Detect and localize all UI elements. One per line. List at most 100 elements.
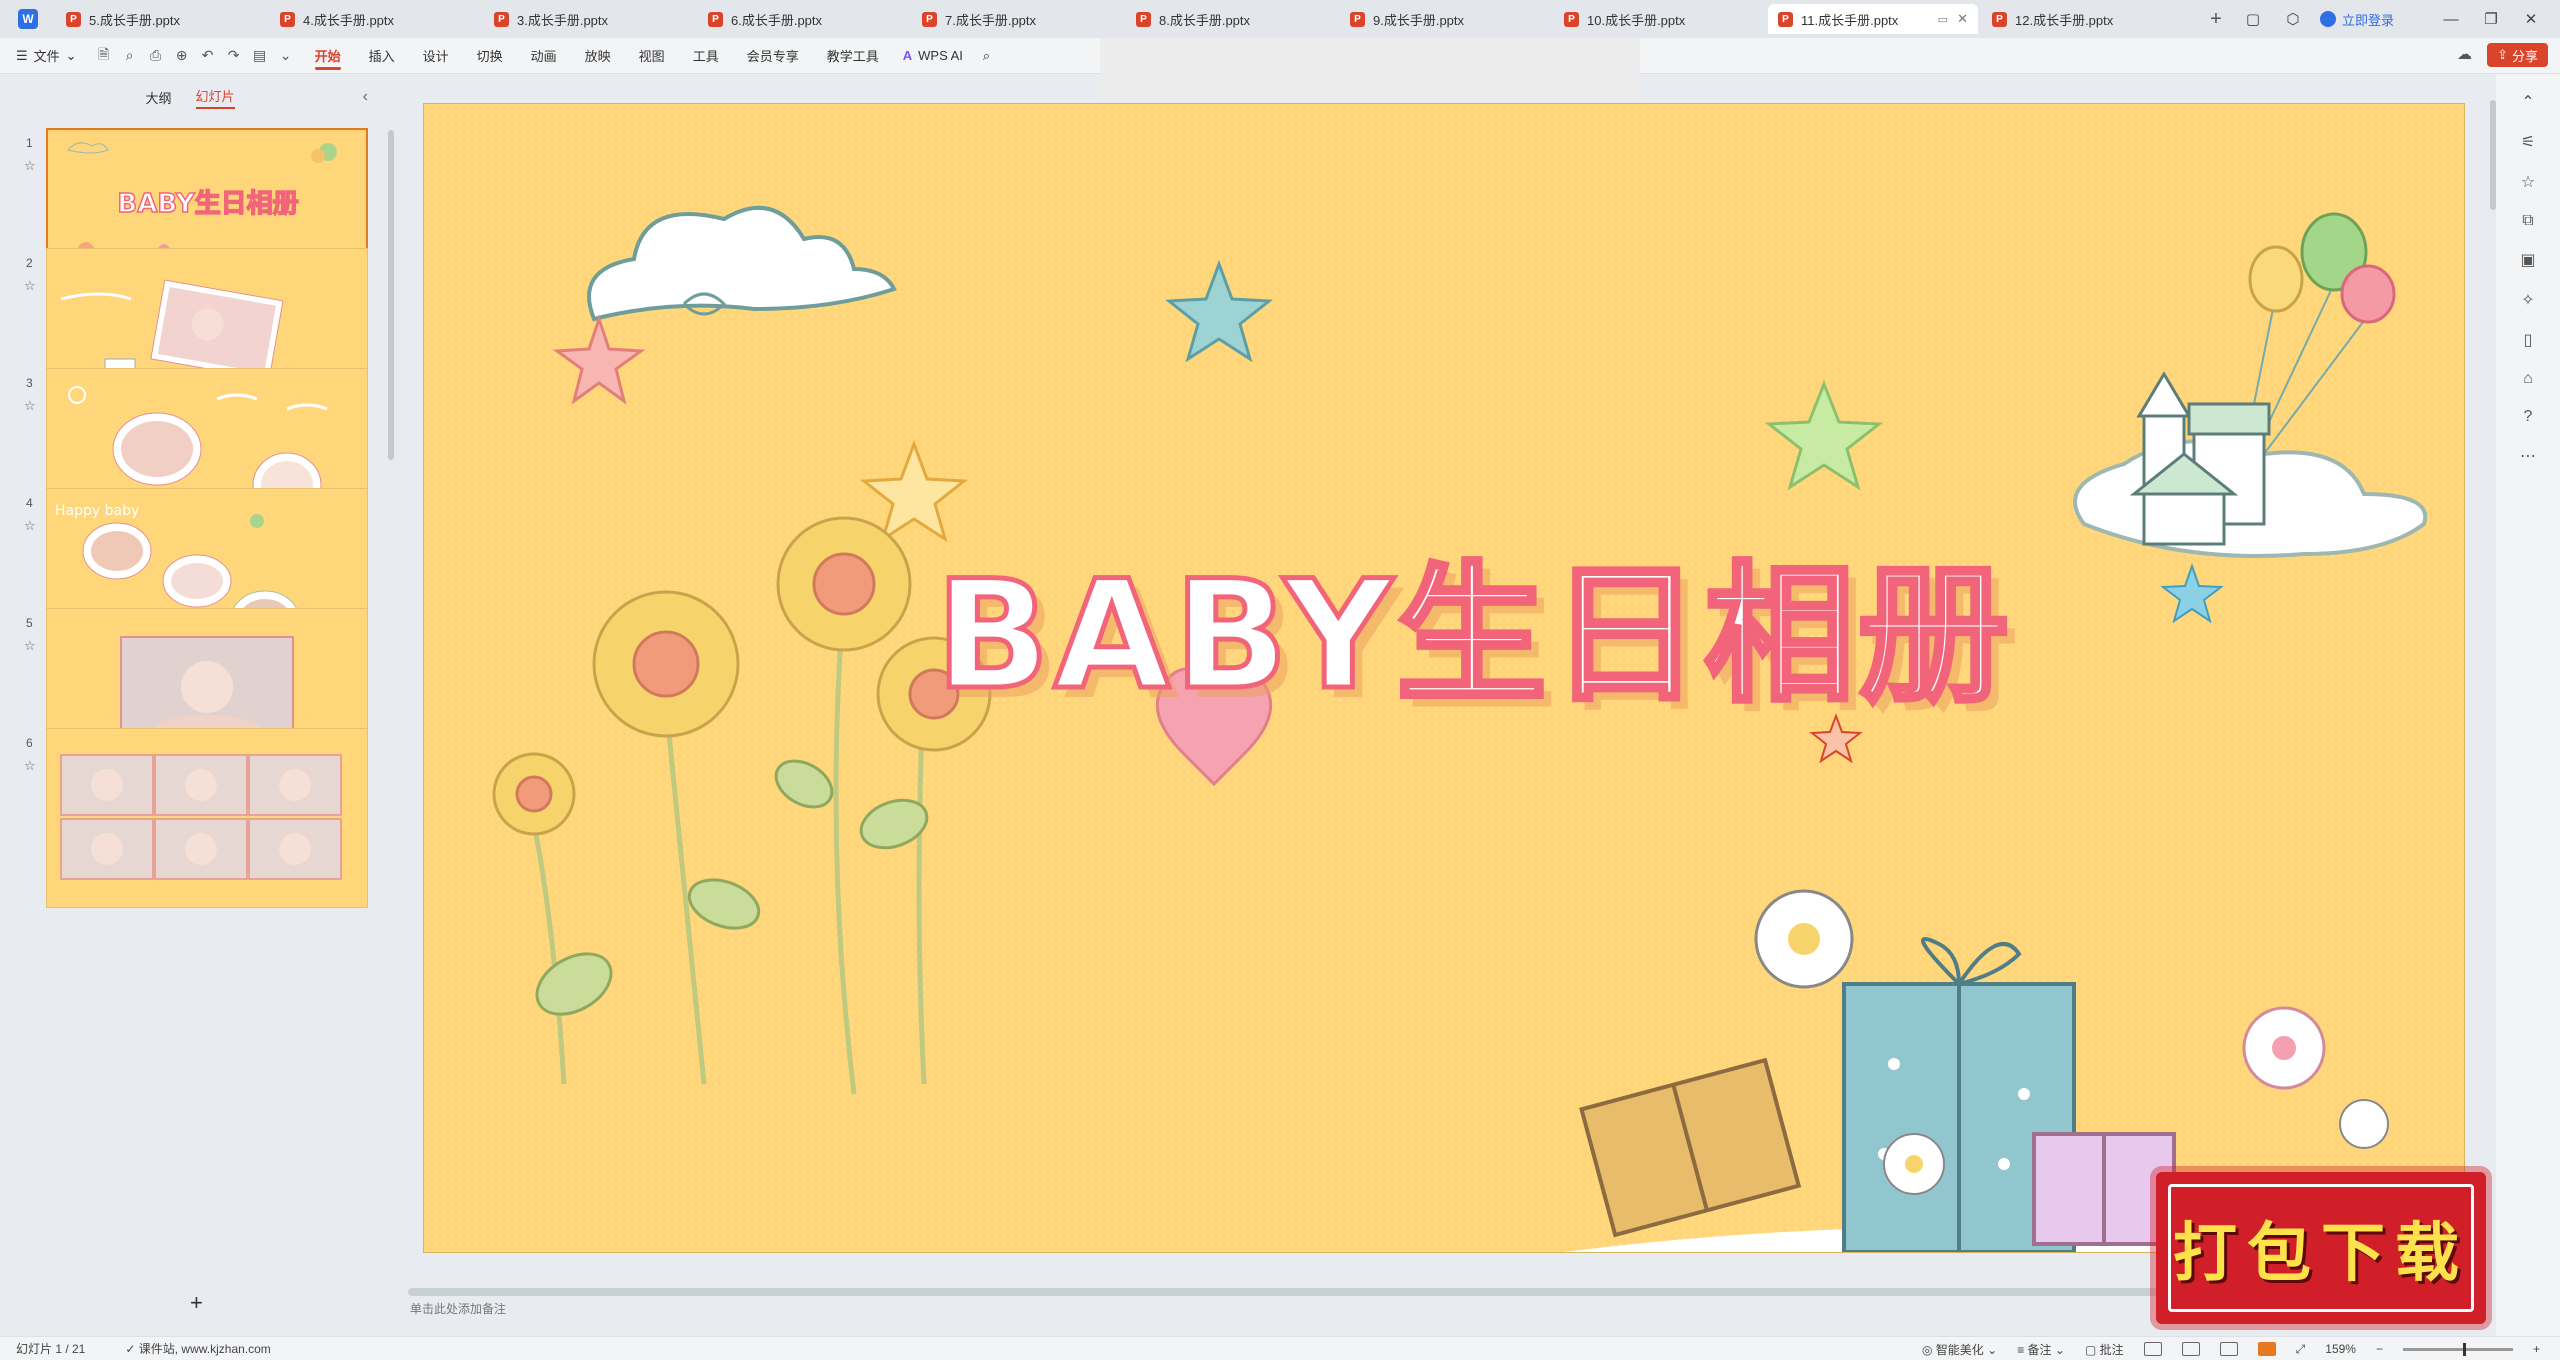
tab-slideshow[interactable]: 放映 bbox=[571, 38, 625, 74]
tab-slides[interactable]: 幻灯片 bbox=[195, 86, 235, 109]
document-tab[interactable]: P 5.成长手册.pptx bbox=[56, 4, 266, 34]
cloud-icon bbox=[587, 205, 897, 322]
undo-icon[interactable]: ↶ bbox=[197, 45, 219, 67]
check-icon: ✓ bbox=[125, 1342, 136, 1356]
document-tab[interactable]: P 3.成长手册.pptx bbox=[484, 4, 694, 34]
document-tab[interactable]: P 9.成长手册.pptx bbox=[1340, 4, 1550, 34]
tab-home[interactable]: 开始 bbox=[301, 38, 355, 74]
layout-icon[interactable]: ▢ bbox=[2240, 6, 2266, 32]
star-icon[interactable]: ☆ bbox=[24, 758, 36, 774]
star-icon[interactable]: ☆ bbox=[24, 518, 36, 534]
redo-icon[interactable]: ↷ bbox=[223, 45, 245, 67]
slideshow-button[interactable] bbox=[2257, 1342, 2276, 1356]
slide-thumbnail[interactable] bbox=[46, 728, 368, 908]
tab-transition[interactable]: 切换 bbox=[463, 38, 517, 74]
daisy-icon bbox=[2242, 1006, 2326, 1090]
search-doc-icon[interactable]: ⌕ bbox=[119, 45, 141, 67]
tab-animation[interactable]: 动画 bbox=[517, 38, 571, 74]
search-icon[interactable]: ⌕ bbox=[983, 48, 990, 64]
document-tab-active[interactable]: P 11.成长手册.pptx ▭ ✕ bbox=[1768, 4, 1978, 34]
new-tab-button[interactable]: + bbox=[2196, 4, 2236, 34]
tab-teaching-tools[interactable]: 教学工具 bbox=[813, 38, 893, 74]
help-icon[interactable]: ? bbox=[2524, 408, 2533, 426]
file-menu[interactable]: ☰ 文件 ⌄ bbox=[0, 46, 93, 65]
sorter-view-button[interactable] bbox=[2181, 1342, 2200, 1356]
collapse-icon[interactable]: ⌃ bbox=[2521, 92, 2534, 112]
tab-label: 9.成长手册.pptx bbox=[1373, 12, 1465, 28]
add-slide-button[interactable]: + bbox=[190, 1290, 203, 1316]
slide-title[interactable]: BABY生日相册 bbox=[874, 514, 2074, 731]
tab-insert[interactable]: 插入 bbox=[355, 38, 409, 74]
tab-view[interactable]: 视图 bbox=[625, 38, 679, 74]
balloon-icon bbox=[2248, 245, 2304, 313]
collapse-panel-icon[interactable]: ‹ bbox=[363, 88, 368, 106]
slide-canvas[interactable]: BABY生日相册 bbox=[424, 104, 2464, 1252]
status-bar: 幻灯片 1 / 21 ✓ 课件站, www.kjzhan.com ◎ 智能美化 … bbox=[0, 1336, 2560, 1360]
cloud-sync-icon[interactable]: ☁ bbox=[2457, 45, 2472, 63]
panel-scrollbar[interactable] bbox=[388, 130, 394, 460]
format-painter-icon[interactable]: ▤ bbox=[249, 45, 271, 67]
share-button[interactable]: ⇪ 分享 bbox=[2487, 43, 2548, 67]
window-controls: ▢ ⬡ 立即登录 — ❐ ✕ bbox=[2240, 0, 2560, 38]
image-icon[interactable]: ▣ bbox=[2520, 250, 2535, 270]
chevron-down-icon[interactable]: ⌄ bbox=[275, 45, 297, 67]
zoom-out-button[interactable]: − bbox=[2376, 1342, 2383, 1356]
notes-input[interactable]: 单击此处添加备注 bbox=[410, 1300, 506, 1317]
document-tab[interactable]: P 4.成长手册.pptx bbox=[270, 4, 480, 34]
document-tab[interactable]: P 10.成长手册.pptx bbox=[1554, 4, 1764, 34]
zoom-level[interactable]: 159% bbox=[2325, 1342, 2356, 1356]
tab-outline[interactable]: 大纲 bbox=[145, 88, 171, 107]
save-icon[interactable]: 🗎 bbox=[93, 45, 115, 67]
zoom-slider[interactable] bbox=[2402, 1342, 2513, 1356]
tab-tools[interactable]: 工具 bbox=[679, 38, 733, 74]
slide-number: 3 bbox=[26, 376, 33, 390]
document-tab[interactable]: P 6.成长手册.pptx bbox=[698, 4, 908, 34]
slide-thumbnail-panel: 大纲 幻灯片 ‹ 1 ☆ BABY生日相册 2 ☆ 3 ☆ 4 ☆ Happy … bbox=[0, 74, 380, 1336]
pptx-file-icon: P bbox=[922, 11, 937, 27]
zoom-in-button[interactable]: + bbox=[2533, 1342, 2540, 1356]
comments-button[interactable]: ▢ 批注 bbox=[2085, 1341, 2124, 1358]
star-icon[interactable]: ☆ bbox=[24, 158, 36, 174]
star-icon[interactable]: ☆ bbox=[24, 278, 36, 294]
panel-tabs: 大纲 幻灯片 bbox=[0, 74, 380, 120]
magic-icon[interactable]: ✧ bbox=[2521, 290, 2534, 310]
restore-icon[interactable]: ❐ bbox=[2478, 6, 2504, 32]
cube-icon[interactable]: ⬡ bbox=[2280, 6, 2306, 32]
tab-member[interactable]: 会员专享 bbox=[733, 38, 813, 74]
wps-ai-button[interactable]: A WPS AI ⌕ bbox=[893, 48, 1000, 64]
tab-label: 8.成长手册.pptx bbox=[1159, 12, 1251, 28]
minimize-icon[interactable]: — bbox=[2438, 6, 2464, 32]
notes-button[interactable]: ≡ 备注 ⌄ bbox=[2017, 1341, 2065, 1358]
shirt-icon[interactable]: ⌂ bbox=[2523, 370, 2533, 388]
document-tab[interactable]: P 8.成长手册.pptx bbox=[1126, 4, 1336, 34]
download-stamp: 打包下载 bbox=[2156, 1172, 2486, 1324]
adjust-icon[interactable]: ⚟ bbox=[2521, 132, 2535, 152]
fit-icon[interactable]: ⤢ bbox=[2296, 1342, 2306, 1357]
slide-thumbnail-row[interactable]: 6 ☆ bbox=[0, 728, 380, 912]
print-icon[interactable]: ⎙ bbox=[145, 45, 167, 67]
preview-icon[interactable]: ⊕ bbox=[171, 45, 193, 67]
document-tab[interactable]: P 7.成长手册.pptx bbox=[912, 4, 1122, 34]
window-close-icon[interactable]: ✕ bbox=[2518, 6, 2544, 32]
star-icon[interactable]: ☆ bbox=[24, 398, 36, 414]
document-tab[interactable]: P 12.成长手册.pptx bbox=[1982, 4, 2192, 34]
tab-design[interactable]: 设计 bbox=[409, 38, 463, 74]
star-icon bbox=[2160, 562, 2224, 624]
star-icon[interactable]: ☆ bbox=[24, 638, 36, 654]
tab-label: 6.成长手册.pptx bbox=[731, 12, 823, 28]
book-icon[interactable]: ▯ bbox=[2524, 330, 2533, 350]
star-icon[interactable]: ☆ bbox=[2521, 172, 2535, 192]
tab-bar: W P 5.成长手册.pptx P 4.成长手册.pptx P 3.成长手册.pptx… bbox=[0, 0, 2560, 38]
smart-beautify-button[interactable]: ◎ 智能美化 ⌄ bbox=[1922, 1341, 1997, 1358]
normal-view-button[interactable] bbox=[2143, 1342, 2162, 1356]
more-icon[interactable]: ⋯ bbox=[2520, 446, 2536, 466]
close-icon[interactable]: ✕ bbox=[1957, 11, 1968, 27]
copy-icon[interactable]: ⧉ bbox=[2522, 212, 2533, 230]
pin-icon[interactable]: ▭ bbox=[1938, 13, 1948, 26]
horizontal-scrollbar[interactable] bbox=[408, 1288, 2158, 1296]
reading-view-button[interactable] bbox=[2219, 1342, 2238, 1356]
wps-logo-icon[interactable]: W bbox=[0, 0, 56, 38]
star-icon bbox=[1764, 379, 1884, 491]
login-button[interactable]: 立即登录 bbox=[2319, 10, 2394, 29]
tab-label: 3.成长手册.pptx bbox=[517, 12, 609, 28]
